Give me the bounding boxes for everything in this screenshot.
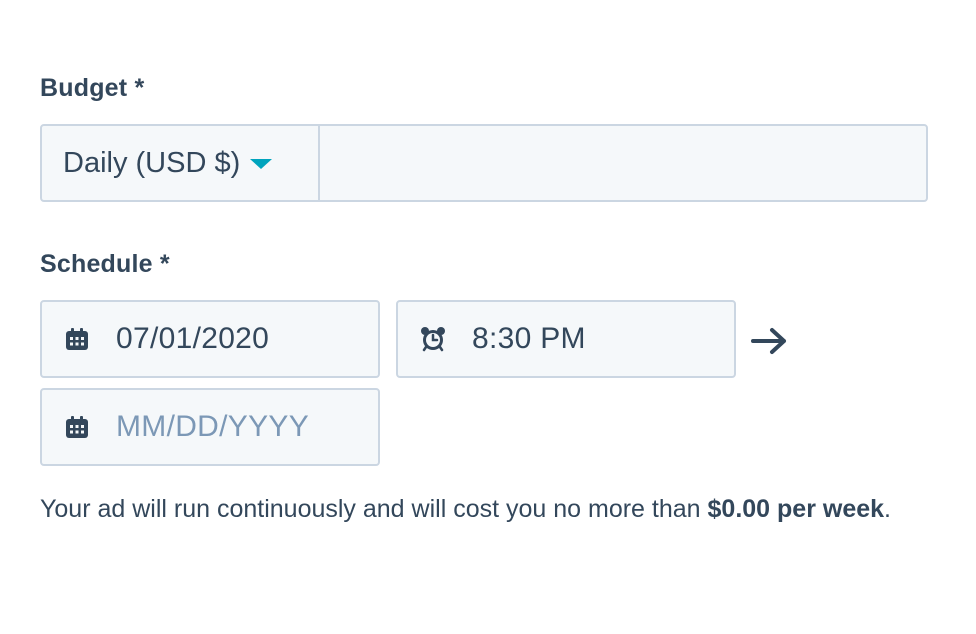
start-date-field[interactable] bbox=[40, 300, 380, 378]
caret-down-icon bbox=[250, 159, 273, 169]
start-date-input[interactable] bbox=[116, 322, 346, 356]
calendar-icon bbox=[64, 414, 90, 440]
calendar-icon bbox=[64, 326, 90, 352]
arrow-right-icon bbox=[751, 328, 786, 354]
start-time-field[interactable] bbox=[396, 300, 736, 378]
start-time-input[interactable] bbox=[472, 322, 702, 356]
budget-summary-text: Your ad will run continuously and will c… bbox=[40, 484, 920, 534]
summary-text: Your ad will run continuously and will c… bbox=[40, 495, 708, 523]
schedule-label: Schedule * bbox=[40, 250, 170, 278]
summary-period: . bbox=[884, 495, 891, 523]
budget-amount-input[interactable] bbox=[320, 126, 926, 202]
summary-amount: $0.00 per week bbox=[707, 495, 885, 523]
budget-frequency-value: Daily (USD $) bbox=[63, 146, 241, 179]
alarm-clock-icon bbox=[420, 326, 446, 352]
budget-input-group: Daily (USD $) bbox=[40, 124, 928, 202]
budget-frequency-dropdown[interactable]: Daily (USD $) bbox=[42, 126, 320, 200]
budget-label: Budget * bbox=[40, 74, 145, 102]
end-date-input[interactable] bbox=[116, 410, 346, 444]
end-date-field[interactable] bbox=[40, 388, 380, 466]
